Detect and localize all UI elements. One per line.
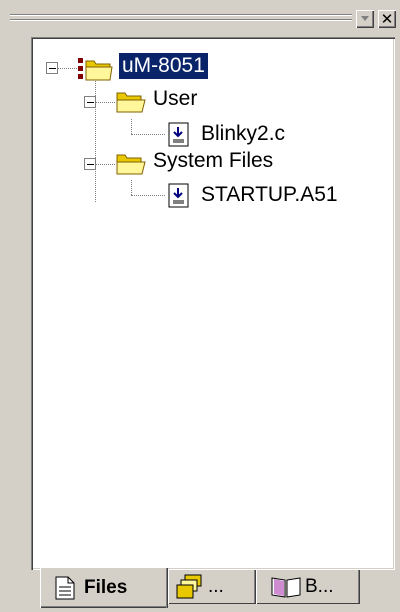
panel-menu-button[interactable] (356, 10, 374, 28)
tree-line (57, 68, 77, 69)
tree-line (95, 102, 115, 103)
collapse-toggle-user[interactable] (84, 96, 96, 108)
tab-files[interactable]: Files (40, 568, 168, 608)
tree-line (95, 164, 115, 165)
project-folder-icon (78, 58, 113, 81)
folder-icon (116, 154, 146, 175)
tree-node-root[interactable]: uM-8051 (119, 53, 208, 79)
panel-tabs: Files ... B... (0, 568, 400, 612)
dropdown-arrow-icon (361, 16, 369, 21)
close-button[interactable]: ✕ (378, 10, 396, 28)
source-file-icon (168, 122, 189, 147)
tab-label: Files (84, 577, 128, 598)
tree-node-system-files[interactable]: System Files (153, 148, 273, 174)
tree-line (95, 74, 96, 202)
tab-regs[interactable]: ... (168, 570, 256, 604)
tree-node-file[interactable]: STARTUP.A51 (201, 182, 338, 208)
close-icon: ✕ (380, 10, 394, 28)
books-tab-icon (271, 577, 301, 598)
tree-node-user[interactable]: User (153, 86, 197, 112)
regs-tab-icon (176, 574, 202, 599)
panel-grip-bar[interactable] (10, 11, 352, 25)
files-tab-icon (55, 576, 75, 600)
tree-line (131, 134, 165, 135)
project-tree[interactable]: uM-8051 User Blinky2.c System Files STAR… (31, 37, 395, 570)
tree-node-file[interactable]: Blinky2.c (201, 121, 285, 147)
collapse-toggle-system-files[interactable] (84, 158, 96, 170)
source-file-icon (168, 183, 189, 208)
tab-label: ... (208, 576, 224, 597)
tree-line (131, 119, 132, 134)
collapse-toggle-root[interactable] (46, 62, 58, 74)
tree-line (131, 195, 165, 196)
tab-label: B... (305, 576, 334, 597)
tab-books[interactable]: B... (256, 570, 360, 604)
folder-icon (116, 92, 146, 113)
tree-line (131, 180, 132, 195)
